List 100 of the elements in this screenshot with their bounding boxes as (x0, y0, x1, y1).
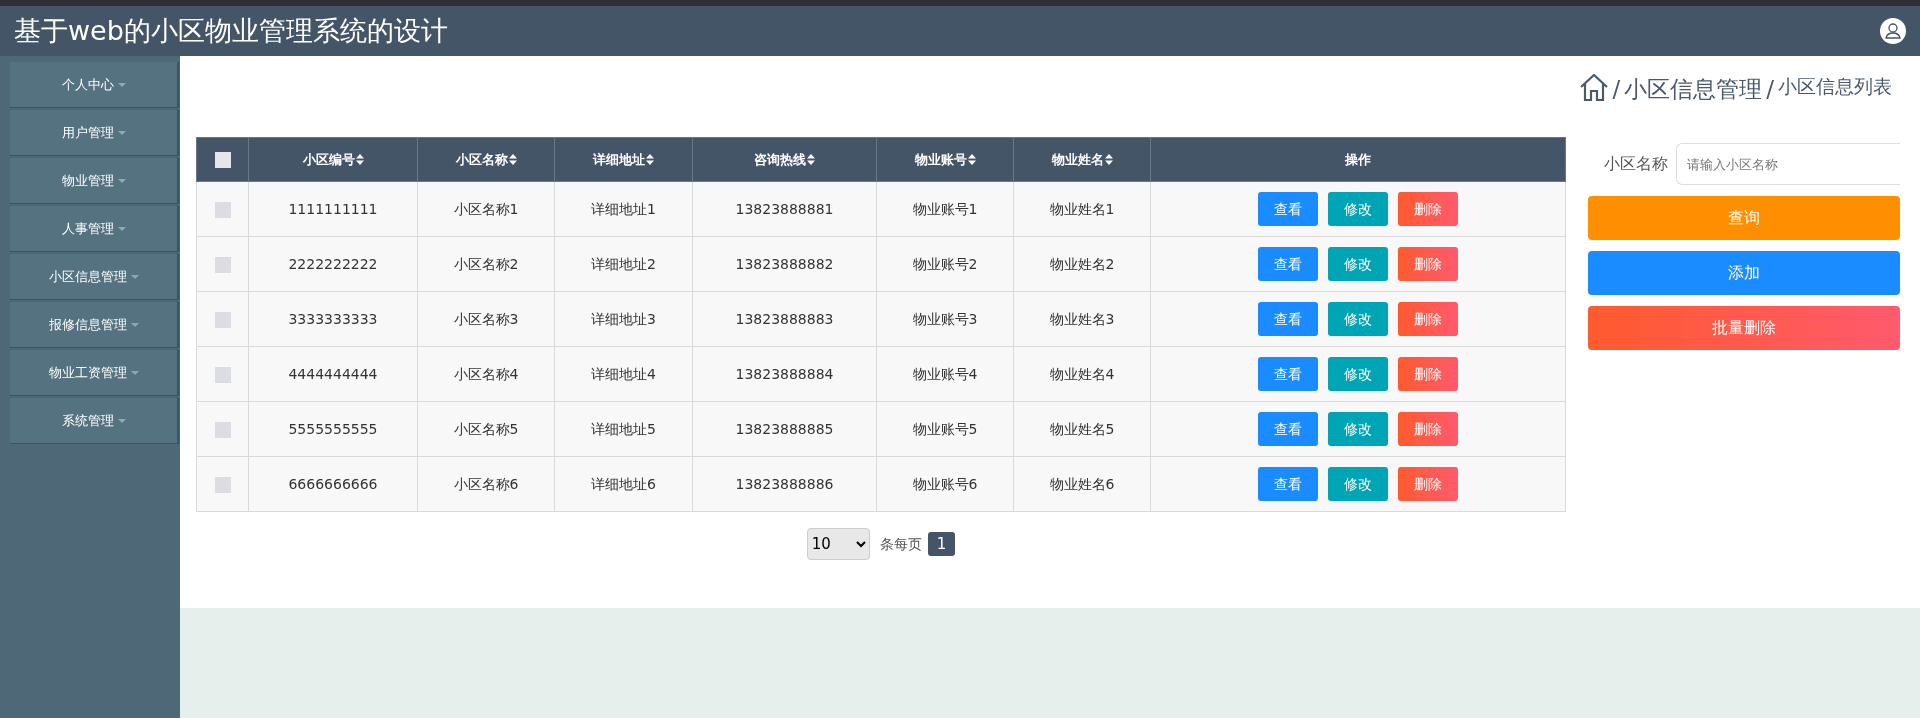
view-button[interactable]: 查看 (1258, 302, 1318, 336)
table-cell: 2222222222 (288, 255, 378, 272)
table-cell: 物业账号1 (912, 200, 978, 217)
table-cell: 详细地址3 (591, 310, 656, 327)
row-checkbox[interactable] (214, 366, 231, 383)
table-cell: 物业姓名3 (1049, 310, 1115, 327)
table-cell: 详细地址6 (591, 475, 656, 492)
table-cell: 物业姓名1 (1049, 200, 1115, 217)
table-cell: 详细地址5 (591, 420, 656, 437)
column-header[interactable]: 物业账号 (914, 151, 976, 167)
caret-icon (130, 370, 139, 375)
table-cell: 详细地址4 (591, 365, 656, 382)
table-cell: 物业姓名5 (1049, 420, 1115, 437)
sidebar-item[interactable]: 用户管理 (10, 110, 179, 155)
view-button[interactable]: 查看 (1258, 192, 1318, 226)
caret-icon (130, 274, 139, 279)
table-cell: 5555555555 (288, 420, 378, 437)
caret-icon (117, 418, 126, 423)
home-icon[interactable] (1578, 72, 1609, 102)
delete-button[interactable]: 删除 (1398, 467, 1458, 501)
search-button[interactable]: 查询 (1588, 196, 1900, 240)
edit-button[interactable]: 修改 (1328, 192, 1388, 226)
delete-button[interactable]: 删除 (1398, 412, 1458, 446)
caret-icon (117, 226, 126, 231)
table-cell: 3333333333 (288, 310, 378, 327)
table-cell: 物业账号5 (912, 420, 978, 437)
table-cell: 物业姓名6 (1049, 475, 1115, 492)
table-cell: 13823888885 (735, 420, 834, 437)
table-cell: 详细地址1 (591, 200, 656, 217)
caret-icon (117, 82, 126, 87)
column-header: 操作 (1345, 151, 1371, 167)
breadcrumb-separator: / (1612, 75, 1621, 104)
row-checkbox[interactable] (214, 256, 231, 273)
edit-button[interactable]: 修改 (1328, 302, 1388, 336)
table-cell: 小区名称4 (453, 365, 519, 382)
table-cell: 物业账号2 (912, 255, 978, 272)
breadcrumb-separator: / (1766, 75, 1774, 104)
sidebar-item[interactable]: 物业管理 (10, 158, 179, 203)
sidebar-item[interactable]: 小区信息管理 (10, 254, 179, 299)
table-cell: 13823888882 (735, 255, 834, 272)
select-all-checkbox[interactable] (214, 152, 231, 169)
column-header[interactable]: 小区编号 (302, 151, 364, 167)
table-cell: 物业账号6 (912, 475, 978, 492)
caret-icon (117, 130, 126, 135)
column-header[interactable]: 咨询热线 (754, 151, 815, 167)
edit-button[interactable]: 修改 (1328, 247, 1388, 281)
delete-button[interactable]: 删除 (1398, 357, 1458, 391)
delete-button[interactable]: 删除 (1398, 192, 1458, 226)
row-checkbox[interactable] (214, 201, 231, 218)
add-button[interactable]: 添加 (1588, 251, 1900, 295)
sort-icon[interactable] (646, 153, 654, 165)
row-checkbox[interactable] (214, 311, 231, 328)
sort-icon[interactable] (967, 153, 976, 165)
sidebar-item[interactable]: 系统管理 (10, 398, 179, 443)
page-size-select[interactable]: 10 (806, 528, 870, 560)
sort-icon[interactable] (807, 153, 815, 165)
table-cell: 小区名称6 (453, 475, 519, 492)
delete-button[interactable]: 删除 (1398, 247, 1458, 281)
row-checkbox[interactable] (214, 421, 231, 438)
user-icon[interactable] (1880, 18, 1906, 44)
search-field[interactable]: 请输入小区名称 (1676, 143, 1900, 185)
sidebar-item[interactable]: 个人中心 (10, 62, 179, 107)
edit-button[interactable]: 修改 (1328, 357, 1388, 391)
table-cell: 小区名称2 (453, 255, 519, 272)
sort-icon[interactable] (355, 153, 364, 165)
sidebar-item[interactable]: 报修信息管理 (10, 302, 179, 347)
column-header[interactable]: 详细地址 (593, 151, 654, 167)
table-cell: 物业姓名2 (1049, 255, 1115, 272)
table-cell: 物业账号3 (912, 310, 978, 327)
table-cell: 1111111111 (288, 200, 378, 217)
page-button[interactable]: 1 (927, 531, 956, 557)
table-cell: 物业账号4 (912, 365, 978, 382)
row-checkbox[interactable] (214, 476, 231, 493)
table-cell: 4444444444 (288, 365, 378, 382)
column-header[interactable]: 小区名称 (455, 151, 517, 167)
view-button[interactable]: 查看 (1258, 412, 1318, 446)
page-size-label: 条每页 (879, 534, 922, 554)
table-cell: 13823888881 (735, 200, 834, 217)
sort-icon[interactable] (1104, 153, 1113, 165)
breadcrumb-item[interactable]: 小区信息管理 (1624, 72, 1763, 107)
search-label: 小区名称 (1603, 153, 1669, 175)
table-cell: 物业姓名4 (1049, 365, 1115, 382)
table-cell: 6666666666 (288, 475, 378, 492)
table-cell: 小区名称1 (453, 200, 519, 217)
view-button[interactable]: 查看 (1258, 357, 1318, 391)
delete-button[interactable]: 删除 (1398, 302, 1458, 336)
column-header[interactable]: 物业姓名 (1051, 151, 1113, 167)
table-cell: 13823888884 (735, 365, 834, 382)
breadcrumb-item: 小区信息列表 (1778, 74, 1892, 99)
table-cell: 13823888883 (735, 310, 834, 327)
batch-delete-button[interactable]: 批量删除 (1588, 306, 1900, 350)
sort-icon[interactable] (508, 153, 517, 165)
edit-button[interactable]: 修改 (1328, 467, 1388, 501)
sidebar-item[interactable]: 物业工资管理 (10, 350, 179, 395)
view-button[interactable]: 查看 (1258, 247, 1318, 281)
sidebar-item[interactable]: 人事管理 (10, 206, 179, 251)
view-button[interactable]: 查看 (1258, 467, 1318, 501)
table-cell: 详细地址2 (591, 255, 656, 272)
edit-button[interactable]: 修改 (1328, 412, 1388, 446)
table-cell: 小区名称3 (453, 310, 519, 327)
